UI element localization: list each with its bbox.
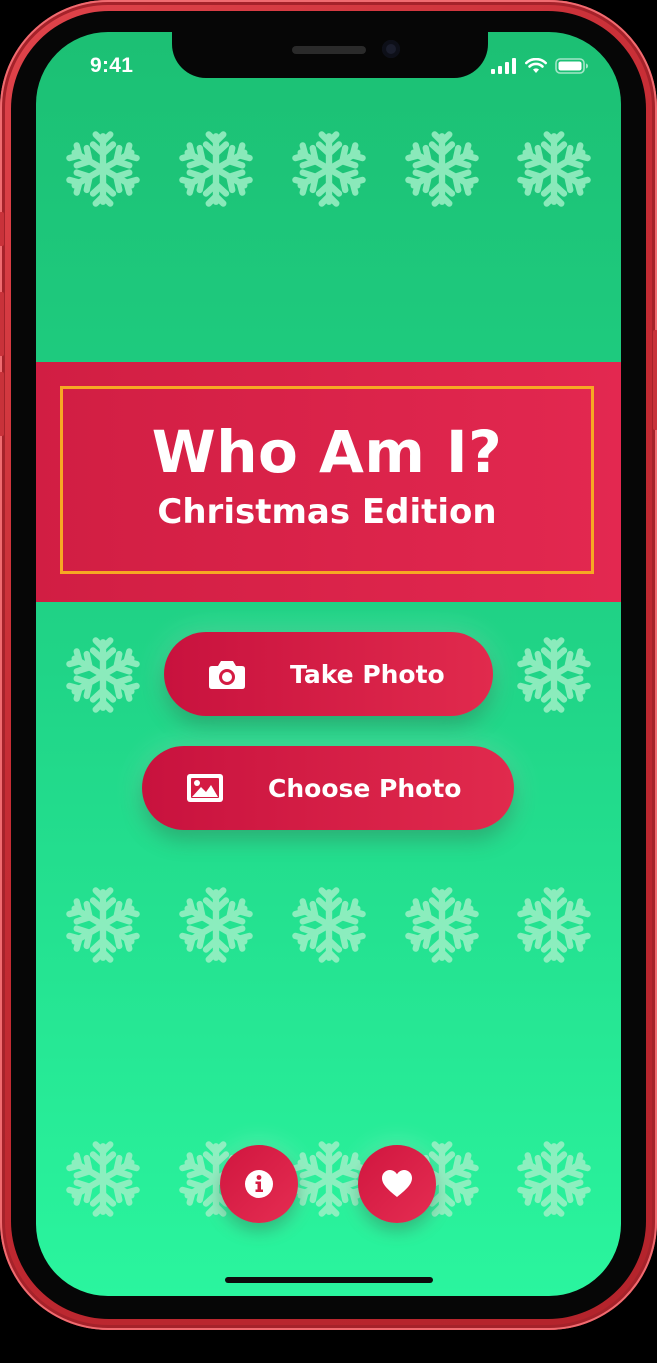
- speaker: [292, 46, 366, 54]
- battery-icon: [555, 58, 588, 74]
- power-button: [653, 330, 657, 430]
- snowflake-icon: [517, 129, 591, 209]
- app-screen: 9:41 Who Am I? Christmas Edition Take Ph…: [36, 32, 621, 1296]
- status-time: 9:41: [90, 54, 134, 77]
- snowflake-icon: [66, 1139, 140, 1219]
- status-icons: [491, 58, 589, 74]
- snowflake-icon: [66, 129, 140, 209]
- snowflake-icon: [66, 635, 140, 715]
- snowflake-icon: [292, 129, 366, 209]
- image-icon: [185, 771, 225, 805]
- volume-up-button: [0, 292, 4, 356]
- snowflake-icon: [517, 635, 591, 715]
- snowflake-icon: [517, 885, 591, 965]
- signal-icon: [491, 58, 516, 74]
- app-title: Who Am I?: [151, 418, 503, 486]
- snowflake-icon: [517, 1139, 591, 1219]
- take-photo-button[interactable]: Take Photo: [164, 632, 493, 716]
- info-icon: [245, 1170, 273, 1198]
- snowflake-icon: [66, 885, 140, 965]
- choose-photo-label: Choose Photo: [268, 773, 462, 803]
- mute-switch: [0, 212, 4, 246]
- snowflake-icon: [405, 129, 479, 209]
- info-button[interactable]: [220, 1145, 298, 1223]
- snowflake-icon: [179, 129, 253, 209]
- snowflake-icon: [292, 1139, 366, 1219]
- snowflake-icon: [179, 885, 253, 965]
- home-indicator: [225, 1277, 433, 1283]
- favorite-button[interactable]: [358, 1145, 436, 1223]
- take-photo-label: Take Photo: [290, 659, 445, 689]
- front-camera: [382, 40, 400, 58]
- title-frame: Who Am I? Christmas Edition: [60, 386, 594, 574]
- camera-icon: [207, 657, 247, 691]
- choose-photo-button[interactable]: Choose Photo: [142, 746, 514, 830]
- notch: [172, 32, 488, 78]
- wifi-icon: [525, 58, 547, 73]
- snowflake-icon: [405, 885, 479, 965]
- volume-down-button: [0, 372, 4, 436]
- app-subtitle: Christmas Edition: [157, 492, 497, 532]
- snowflake-icon: [292, 885, 366, 965]
- heart-icon: [382, 1170, 412, 1197]
- title-banner: Who Am I? Christmas Edition: [36, 362, 621, 602]
